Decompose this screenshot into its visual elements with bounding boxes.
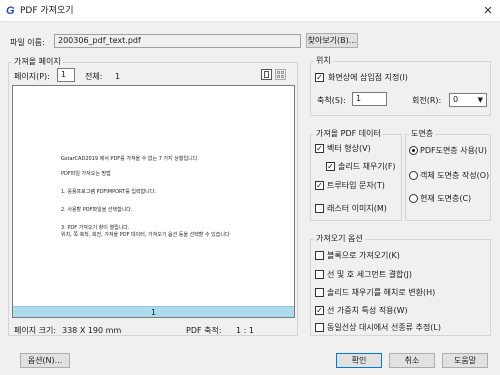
single-page-view-icon[interactable] (261, 69, 272, 80)
grid-view-icon[interactable] (275, 69, 286, 80)
page-thumbnail-bar[interactable]: 1 (13, 306, 294, 317)
raster-image-checkbox[interactable] (315, 204, 324, 213)
position-group (310, 61, 491, 116)
preview-line: 2. 사용할 PDF파일을 선택합니다. (61, 207, 133, 213)
specify-on-screen-label: 화면상에 삽입점 지정(I) (328, 73, 408, 82)
infer-linetypes-label: 동일선상 대시에서 선종류 추정(L) (327, 323, 442, 332)
scale-label: 축척(S): (317, 96, 346, 105)
rotation-label: 회전(R): (412, 96, 442, 105)
page-number-input[interactable]: 1 (57, 68, 75, 82)
join-segments-checkbox[interactable] (315, 270, 324, 279)
current-layer-label: 현재 도면층(C) (420, 194, 472, 203)
truetype-text-label: 트루타입 문자(T) (327, 181, 385, 190)
help-button[interactable]: 도움말 (442, 353, 488, 368)
file-name-label: 파일 이름: (10, 38, 45, 47)
pdf-preview[interactable]: GstarCAD2019 에서 PDF를 가져올 수 없는 7 가지 상황입니다… (12, 85, 295, 318)
scale-input[interactable]: 1 (352, 92, 387, 106)
cancel-button[interactable]: 취소 (389, 353, 435, 368)
preview-line: GstarCAD2019 에서 PDF를 가져올 수 없는 7 가지 상황입니다… (61, 156, 199, 162)
vector-geometry-label: 벡터 형상(V) (327, 144, 371, 153)
import-as-block-checkbox[interactable] (315, 251, 324, 260)
position-group-title: 위치 (314, 55, 333, 66)
use-pdf-layers-label: PDF도면층 사용(U) (420, 146, 488, 155)
close-icon[interactable]: ✕ (480, 3, 496, 19)
file-name-field[interactable]: 200306_pdf_text.pdf (54, 34, 301, 48)
pdf-data-group-title: 가져올 PDF 데이터 (314, 128, 383, 139)
options-button[interactable]: 옵션(N)... (20, 353, 70, 368)
create-object-layers-label: 객체 도면층 작성(O) (420, 171, 490, 180)
rotation-value: 0 (453, 95, 459, 104)
pdf-scale-label: PDF 축적: (186, 326, 222, 335)
page-label: 페이지(P): (14, 72, 50, 81)
solid-fill-checkbox[interactable]: ✓ (326, 162, 335, 171)
preview-line: PDF파일 가져오는 방법 (61, 171, 111, 177)
total-pages-value: 1 (115, 72, 121, 81)
preview-line: 1. 응용프로그램 PDFIMPORT를 입력합니다. (61, 189, 156, 195)
solid-fill-to-hatch-label: 솔리드 채우기를 해치로 변환(H) (327, 288, 436, 297)
page-indicator: 1 (150, 308, 157, 317)
import-page-group-title: 가져올 페이지 (12, 56, 63, 67)
ok-button[interactable]: 확인 (336, 353, 382, 368)
preview-line: 위치, 쪽 축척, 회전, 가져올 PDF 데이터, 가져오기 옵션 등을 선택… (61, 232, 230, 238)
page-size-label: 페이지 크기: (14, 326, 57, 335)
solid-fill-label: 솔리드 채우기(F) (338, 162, 396, 171)
specify-on-screen-checkbox[interactable]: ✓ (315, 73, 324, 82)
import-options-group-title: 가져오기 옵션 (314, 233, 365, 244)
join-segments-label: 선 및 호 세그먼트 결합(J) (327, 270, 413, 279)
total-label: 전체: (85, 72, 103, 81)
app-logo-icon: G (6, 5, 15, 17)
current-layer-radio[interactable] (409, 194, 418, 203)
rotation-select[interactable]: 0 ▼ (449, 93, 487, 107)
chevron-down-icon: ▼ (477, 96, 483, 104)
window-title: PDF 가져오기 (20, 6, 74, 16)
infer-linetypes-checkbox[interactable] (315, 323, 324, 332)
create-object-layers-radio[interactable] (409, 171, 418, 180)
browse-button[interactable]: 찾아보기(B)... (306, 33, 358, 48)
layers-group-title: 도면층 (409, 128, 436, 139)
use-pdf-layers-radio[interactable] (409, 146, 418, 155)
import-as-block-label: 블록으로 가져오기(K) (327, 251, 400, 260)
truetype-text-checkbox[interactable]: ✓ (315, 181, 324, 190)
title-bar: G PDF 가져오기 ✕ (0, 0, 500, 22)
pdf-scale-value: 1 : 1 (236, 326, 254, 335)
preview-line: 3. PDF 가져오기 창이 열립니다. (61, 225, 130, 231)
apply-lineweight-label: 선 가중치 특성 적용(W) (327, 306, 408, 315)
page-size-value: 338 X 190 mm (62, 326, 122, 335)
solid-fill-to-hatch-checkbox[interactable] (315, 288, 324, 297)
apply-lineweight-checkbox[interactable]: ✓ (315, 306, 324, 315)
vector-geometry-checkbox[interactable]: ✓ (315, 144, 324, 153)
raster-image-label: 래스터 이미지(M) (327, 204, 387, 213)
